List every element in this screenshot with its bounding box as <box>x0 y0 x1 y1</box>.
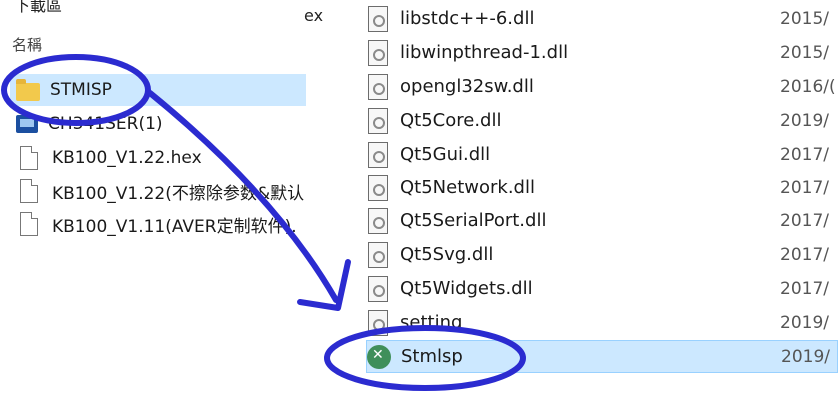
file-name: libwinpthread-1.dll <box>400 42 569 63</box>
installer-icon <box>16 115 38 133</box>
file-date: 2017/ <box>780 278 829 299</box>
dll-file-icon <box>368 174 388 201</box>
file-name: Qt5Svg.dll <box>400 244 494 265</box>
right-file-pane: libstdc++-6.dll 2015/ libwinpthread-1.dll… <box>330 0 838 396</box>
settings-file-icon <box>368 309 388 336</box>
stmlsp-app-icon <box>367 344 391 369</box>
file-name: Qt5Widgets.dll <box>400 278 533 299</box>
list-item-kb100-v122-variant[interactable]: KB100_V1.22(不擦除参数&默认 <box>10 175 306 207</box>
file-date: 2017/ <box>780 177 829 198</box>
file-icon <box>20 212 38 236</box>
file-row[interactable]: Qt5Core.dll 2019/ <box>366 104 838 137</box>
file-name: Stmlsp <box>401 346 463 367</box>
file-row[interactable]: Qt5Widgets.dll 2017/ <box>366 272 838 305</box>
file-row[interactable]: Qt5Svg.dll 2017/ <box>366 238 838 271</box>
file-date: 2019/ <box>780 312 829 333</box>
dll-file-icon <box>368 39 388 66</box>
file-row[interactable]: setting 2019/ <box>366 306 838 339</box>
partial-extension-text: ex <box>304 6 324 25</box>
file-row-stmlsp-selected[interactable]: Stmlsp 2019/ <box>366 340 838 373</box>
file-date: 2017/ <box>780 244 829 265</box>
dll-file-icon <box>368 107 388 134</box>
file-row[interactable]: Qt5Network.dll 2017/ <box>366 171 838 204</box>
file-date: 2016/( <box>780 76 836 97</box>
file-name: Qt5SerialPort.dll <box>400 210 547 231</box>
list-item-label: KB100_V1.22.hex <box>52 148 202 168</box>
file-row[interactable]: opengl32sw.dll 2016/( <box>366 70 838 103</box>
file-name: Qt5Gui.dll <box>400 144 491 165</box>
file-date: 2015/ <box>780 8 829 29</box>
file-date: 2019/ <box>780 110 829 131</box>
dll-file-icon <box>368 241 388 268</box>
file-date: 2017/ <box>780 210 829 231</box>
list-item-label: CH341SER(1) <box>48 114 163 134</box>
file-name: Qt5Network.dll <box>400 177 535 198</box>
column-header-name[interactable]: 名稱 <box>12 34 42 55</box>
left-file-pane: 下載區 ex 名稱 STMISP CH341SER(1) KB100_V1.22… <box>0 0 324 396</box>
file-row[interactable]: libwinpthread-1.dll 2015/ <box>366 36 838 69</box>
file-date: 2017/ <box>780 144 829 165</box>
file-name: Qt5Core.dll <box>400 110 502 131</box>
list-item-ch341ser[interactable]: CH341SER(1) <box>10 108 306 140</box>
file-row[interactable]: libstdc++-6.dll 2015/ <box>366 2 838 35</box>
file-icon <box>20 179 38 203</box>
list-item-label: KB100_V1.11(AVER定制软件). <box>52 216 297 237</box>
file-icon <box>20 146 38 170</box>
partial-folder-title: 下載區 <box>14 0 63 15</box>
file-name: opengl32sw.dll <box>400 76 534 97</box>
file-date: 2019/ <box>781 346 830 367</box>
file-row[interactable]: Qt5Gui.dll 2017/ <box>366 138 838 171</box>
list-item-kb100-v111[interactable]: KB100_V1.11(AVER定制软件). <box>10 208 306 240</box>
folder-icon <box>16 79 40 101</box>
file-date: 2015/ <box>780 42 829 63</box>
list-item-label: KB100_V1.22(不擦除参数&默认 <box>52 183 305 204</box>
dll-file-icon <box>368 141 388 168</box>
list-item-hex-file[interactable]: KB100_V1.22.hex <box>10 142 306 174</box>
file-row[interactable]: Qt5SerialPort.dll 2017/ <box>366 204 838 237</box>
file-name: setting <box>400 312 463 333</box>
list-item-stmisp-folder[interactable]: STMISP <box>10 74 306 106</box>
dll-file-icon <box>368 73 388 100</box>
dll-file-icon <box>368 5 388 32</box>
list-item-label: STMISP <box>50 80 112 100</box>
dll-file-icon <box>368 207 388 234</box>
file-name: libstdc++-6.dll <box>400 8 535 29</box>
dll-file-icon <box>368 275 388 302</box>
